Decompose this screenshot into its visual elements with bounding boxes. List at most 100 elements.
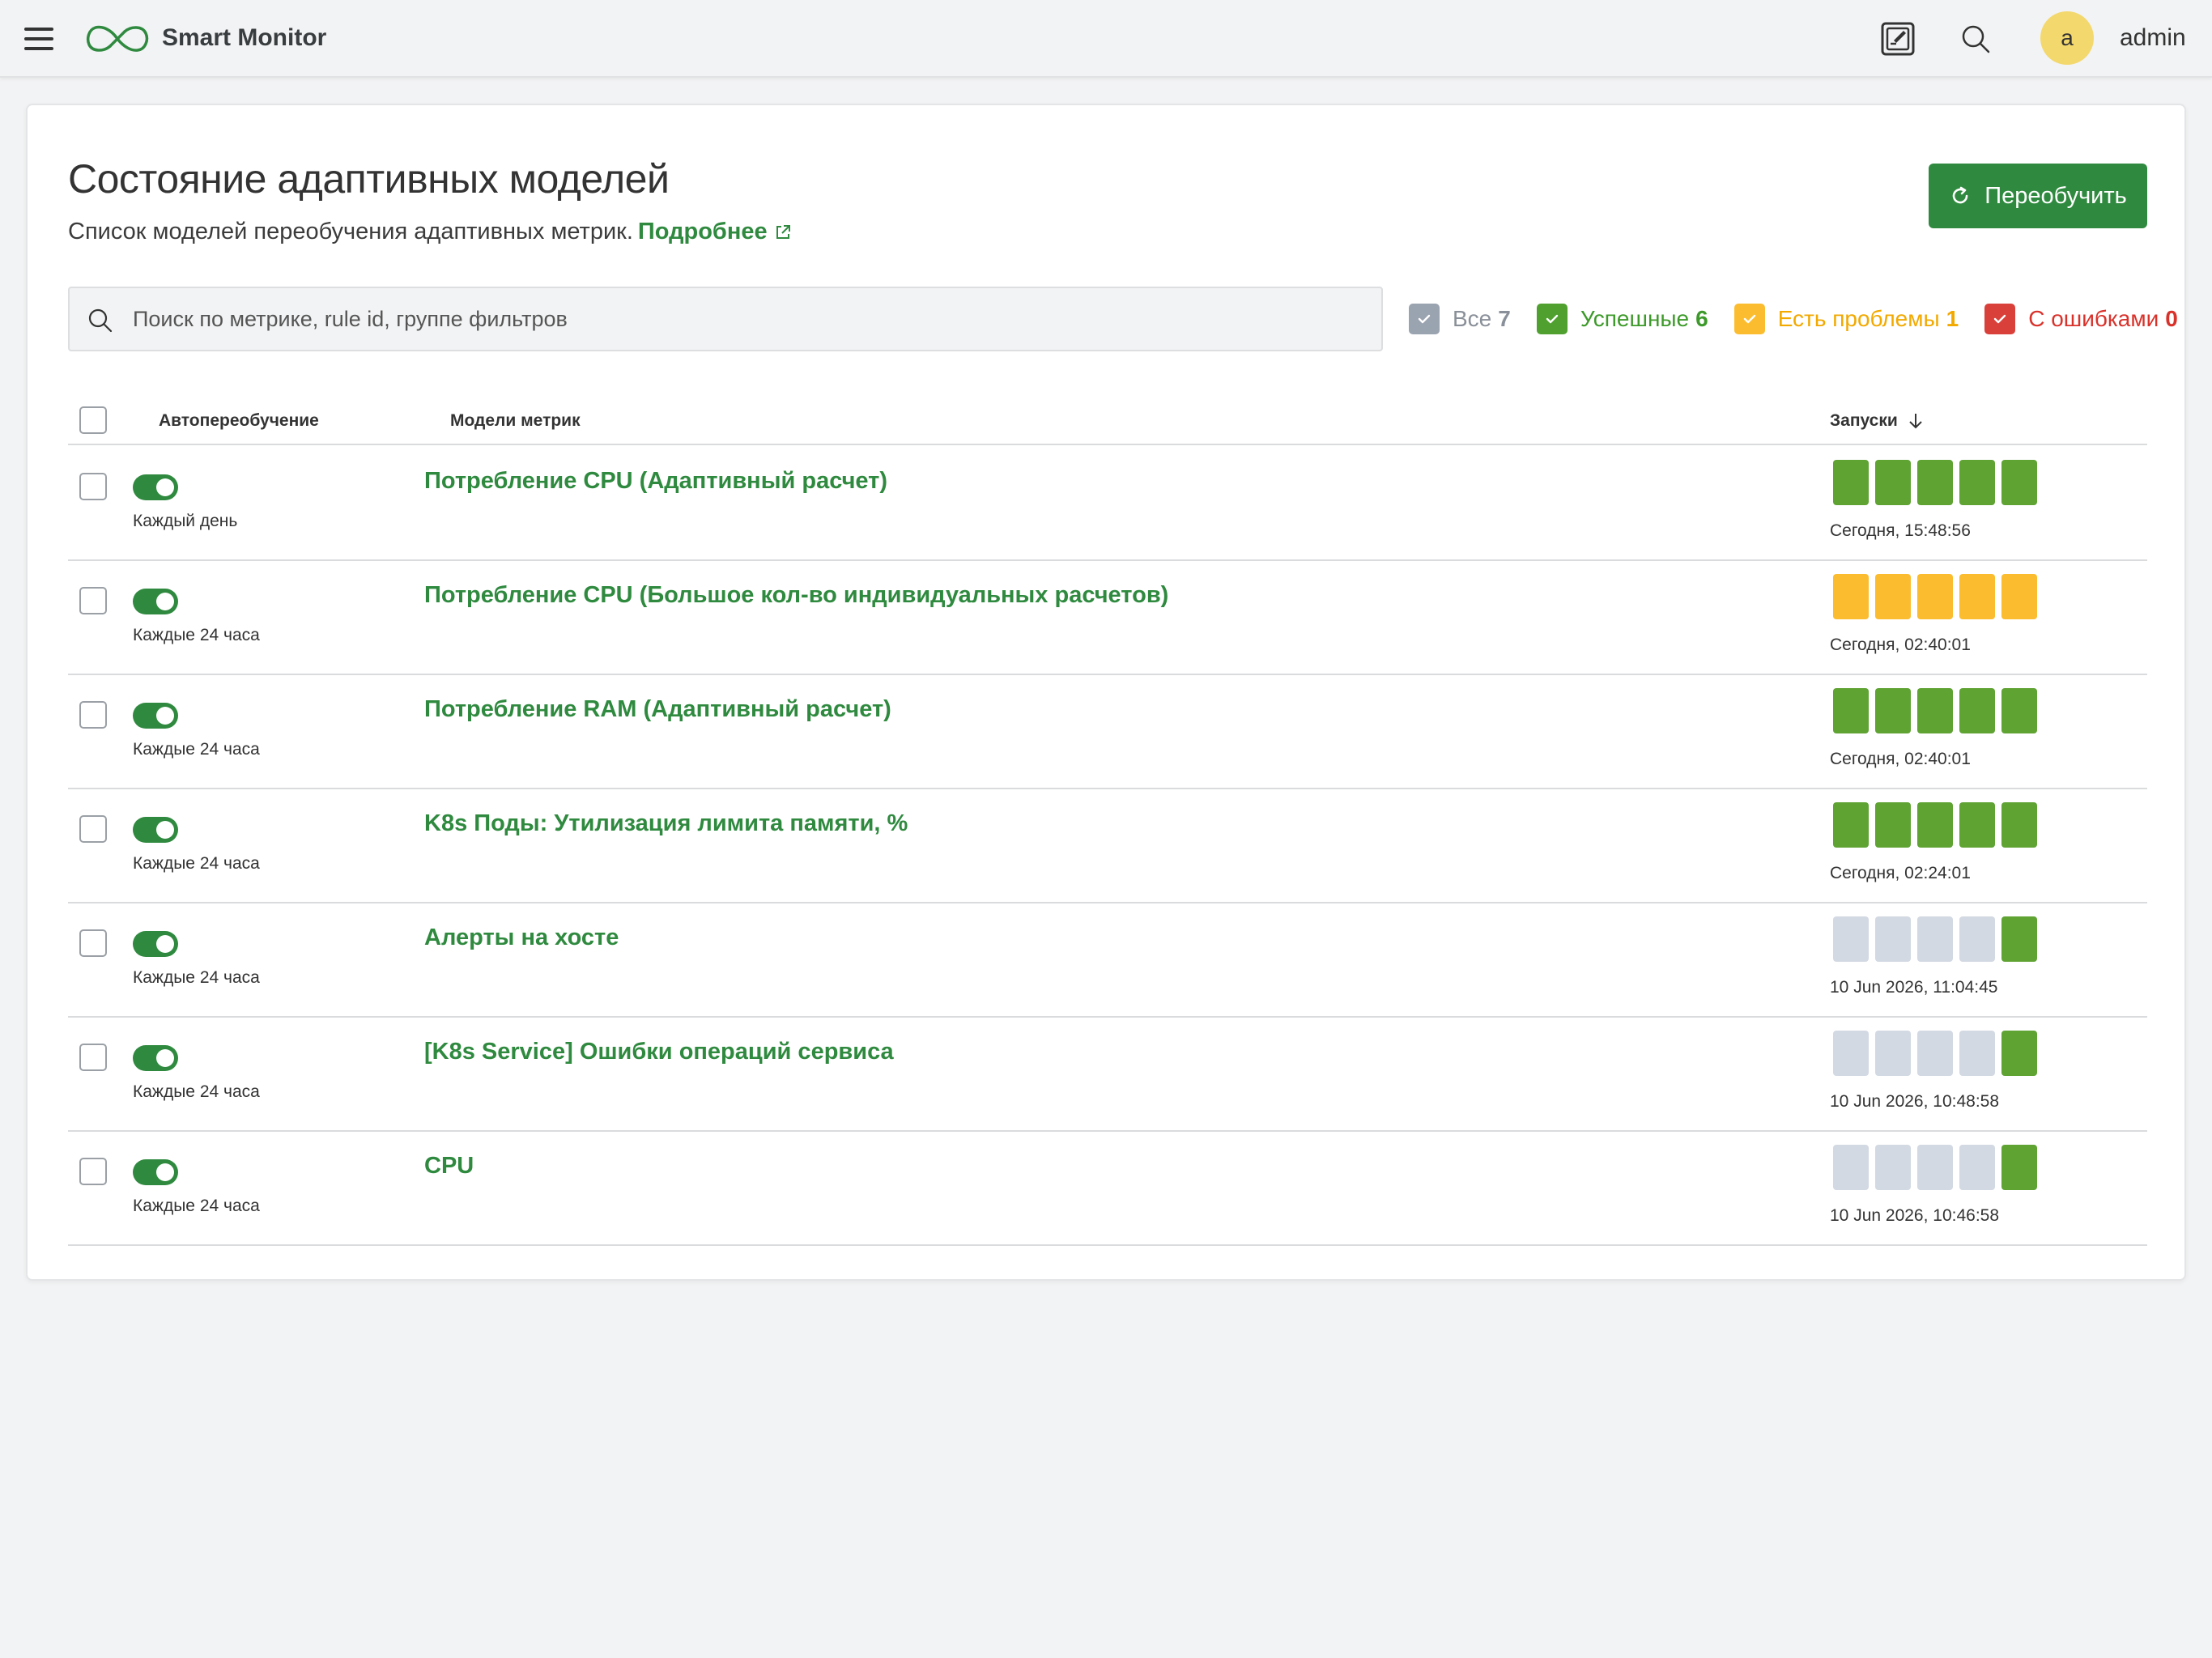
filter-checkbox-all[interactable] [1409, 304, 1440, 334]
filter-count: 1 [1946, 306, 1959, 331]
last-run-time: 10 Jun 2026, 11:04:45 [1830, 978, 1998, 997]
run-status-success[interactable] [2001, 460, 2037, 505]
retrain-schedule: Каждые 24 часа [133, 626, 260, 644]
header-runs[interactable]: Запуски [1830, 411, 1925, 431]
run-status-success[interactable] [1833, 460, 1869, 505]
filter-success[interactable]: Успешные 6 [1536, 304, 1708, 334]
run-status-empty [1833, 1145, 1869, 1190]
select-all-checkbox[interactable] [79, 406, 107, 434]
run-status-success[interactable] [2001, 1145, 2037, 1190]
filter-error[interactable]: С ошибками 0 [1984, 304, 2178, 334]
table-row: Каждый день Потребление CPU (Адаптивный р… [68, 447, 2147, 561]
runs-history [1833, 574, 2044, 619]
row-checkbox[interactable] [79, 701, 107, 729]
runs-history [1833, 1031, 2044, 1076]
check-icon [1994, 314, 2006, 324]
retrain-schedule: Каждые 24 часа [133, 854, 260, 873]
run-status-success[interactable] [2001, 688, 2037, 733]
table-row: Каждые 24 часа K8s Поды: Утилизация лимит… [68, 789, 2147, 903]
auto-retrain-toggle[interactable] [133, 474, 178, 500]
page-subtitle: Список моделей переобучения адаптивных м… [68, 219, 792, 245]
run-status-success[interactable] [1875, 688, 1911, 733]
main-card: Состояние адаптивных моделей Список моде… [26, 104, 2186, 1281]
more-link[interactable]: Подробнее [638, 219, 768, 244]
auto-retrain-toggle[interactable] [133, 931, 178, 957]
run-status-success[interactable] [1875, 460, 1911, 505]
retrain-schedule: Каждый день [133, 512, 238, 530]
run-status-success[interactable] [2001, 802, 2037, 848]
header-runs-label: Запуски [1830, 411, 1898, 430]
run-status-success[interactable] [2001, 1031, 2037, 1076]
edit-note-icon[interactable] [1878, 19, 1917, 58]
run-status-success[interactable] [1833, 688, 1869, 733]
auto-retrain-toggle[interactable] [133, 817, 178, 843]
metric-model-link[interactable]: Алерты на хосте [424, 925, 619, 951]
run-status-empty [1875, 1145, 1911, 1190]
row-checkbox[interactable] [79, 587, 107, 614]
row-checkbox[interactable] [79, 1158, 107, 1185]
username[interactable]: admin [2120, 24, 2186, 52]
auto-retrain-toggle[interactable] [133, 1159, 178, 1185]
retrain-button[interactable]: Переобучить [1929, 164, 2147, 228]
table-row: Каждые 24 часа CPU 10 Jun 2026, 10:46:58 [68, 1132, 2147, 1246]
top-bar: Smart Monitor a admin [0, 0, 2212, 78]
metric-model-link[interactable]: Потребление RAM (Адаптивный расчет) [424, 696, 891, 723]
retrain-schedule: Каждые 24 часа [133, 1082, 260, 1101]
filter-checkbox-warning[interactable] [1733, 304, 1765, 334]
filter-warning[interactable]: Есть проблемы 1 [1733, 304, 1959, 334]
search-icon [88, 308, 113, 333]
filter-checkbox-success[interactable] [1536, 304, 1568, 334]
retrain-schedule: Каждые 24 часа [133, 740, 260, 759]
search-input[interactable] [133, 301, 1347, 337]
run-status-success[interactable] [1959, 802, 1995, 848]
run-status-success[interactable] [1917, 688, 1953, 733]
filter-label: Есть проблемы [1777, 306, 1940, 331]
auto-retrain-toggle[interactable] [133, 1045, 178, 1071]
menu-icon[interactable] [24, 28, 53, 50]
metric-model-link[interactable]: Потребление CPU (Адаптивный расчет) [424, 468, 887, 495]
last-run-time: Сегодня, 02:40:01 [1830, 636, 1971, 654]
page-title: Состояние адаптивных моделей [68, 156, 670, 202]
run-status-empty [1917, 916, 1953, 962]
run-status-success[interactable] [1875, 802, 1911, 848]
run-status-success[interactable] [2001, 916, 2037, 962]
last-run-time: Сегодня, 02:40:01 [1830, 750, 1971, 768]
metric-model-link[interactable]: [K8s Service] Ошибки операций сервиса [424, 1039, 894, 1065]
search-icon[interactable] [1956, 19, 1995, 58]
run-status-success[interactable] [1959, 460, 1995, 505]
last-run-time: 10 Jun 2026, 10:48:58 [1830, 1092, 2000, 1111]
retrain-schedule: Каждые 24 часа [133, 968, 260, 987]
auto-retrain-toggle[interactable] [133, 703, 178, 729]
header-metric-models: Модели метрик [450, 411, 581, 430]
row-checkbox[interactable] [79, 473, 107, 500]
run-status-warning[interactable] [1875, 574, 1911, 619]
external-link-icon[interactable] [774, 223, 792, 241]
run-status-warning[interactable] [1959, 574, 1995, 619]
run-status-warning[interactable] [1917, 574, 1953, 619]
row-checkbox[interactable] [79, 1044, 107, 1071]
run-status-success[interactable] [1917, 802, 1953, 848]
table-header: Автопереобучение Модели метрик Запуски [68, 395, 2147, 445]
run-status-empty [1959, 1145, 1995, 1190]
metric-model-link[interactable]: K8s Поды: Утилизация лимита памяти, % [424, 810, 908, 837]
filter-label: С ошибками [2028, 306, 2159, 331]
last-run-time: 10 Jun 2026, 10:46:58 [1830, 1206, 2000, 1225]
sort-arrow-down-icon[interactable] [1906, 411, 1925, 431]
avatar[interactable]: a [2040, 11, 2094, 65]
run-status-warning[interactable] [1833, 574, 1869, 619]
row-checkbox[interactable] [79, 815, 107, 843]
metric-model-link[interactable]: CPU [424, 1153, 474, 1180]
logo-infinity-icon [86, 25, 149, 52]
auto-retrain-toggle[interactable] [133, 589, 178, 614]
filter-checkbox-error[interactable] [1984, 304, 2016, 334]
metric-model-link[interactable]: Потребление CPU (Большое кол-во индивиду… [424, 582, 1168, 609]
run-status-success[interactable] [1959, 688, 1995, 733]
run-status-warning[interactable] [2001, 574, 2037, 619]
run-status-success[interactable] [1833, 802, 1869, 848]
filter-label: Все [1453, 306, 1492, 331]
filter-label: Успешные [1580, 306, 1690, 331]
row-checkbox[interactable] [79, 929, 107, 957]
filter-all[interactable]: Все 7 [1409, 304, 1511, 334]
run-status-success[interactable] [1917, 460, 1953, 505]
run-status-empty [1917, 1031, 1953, 1076]
